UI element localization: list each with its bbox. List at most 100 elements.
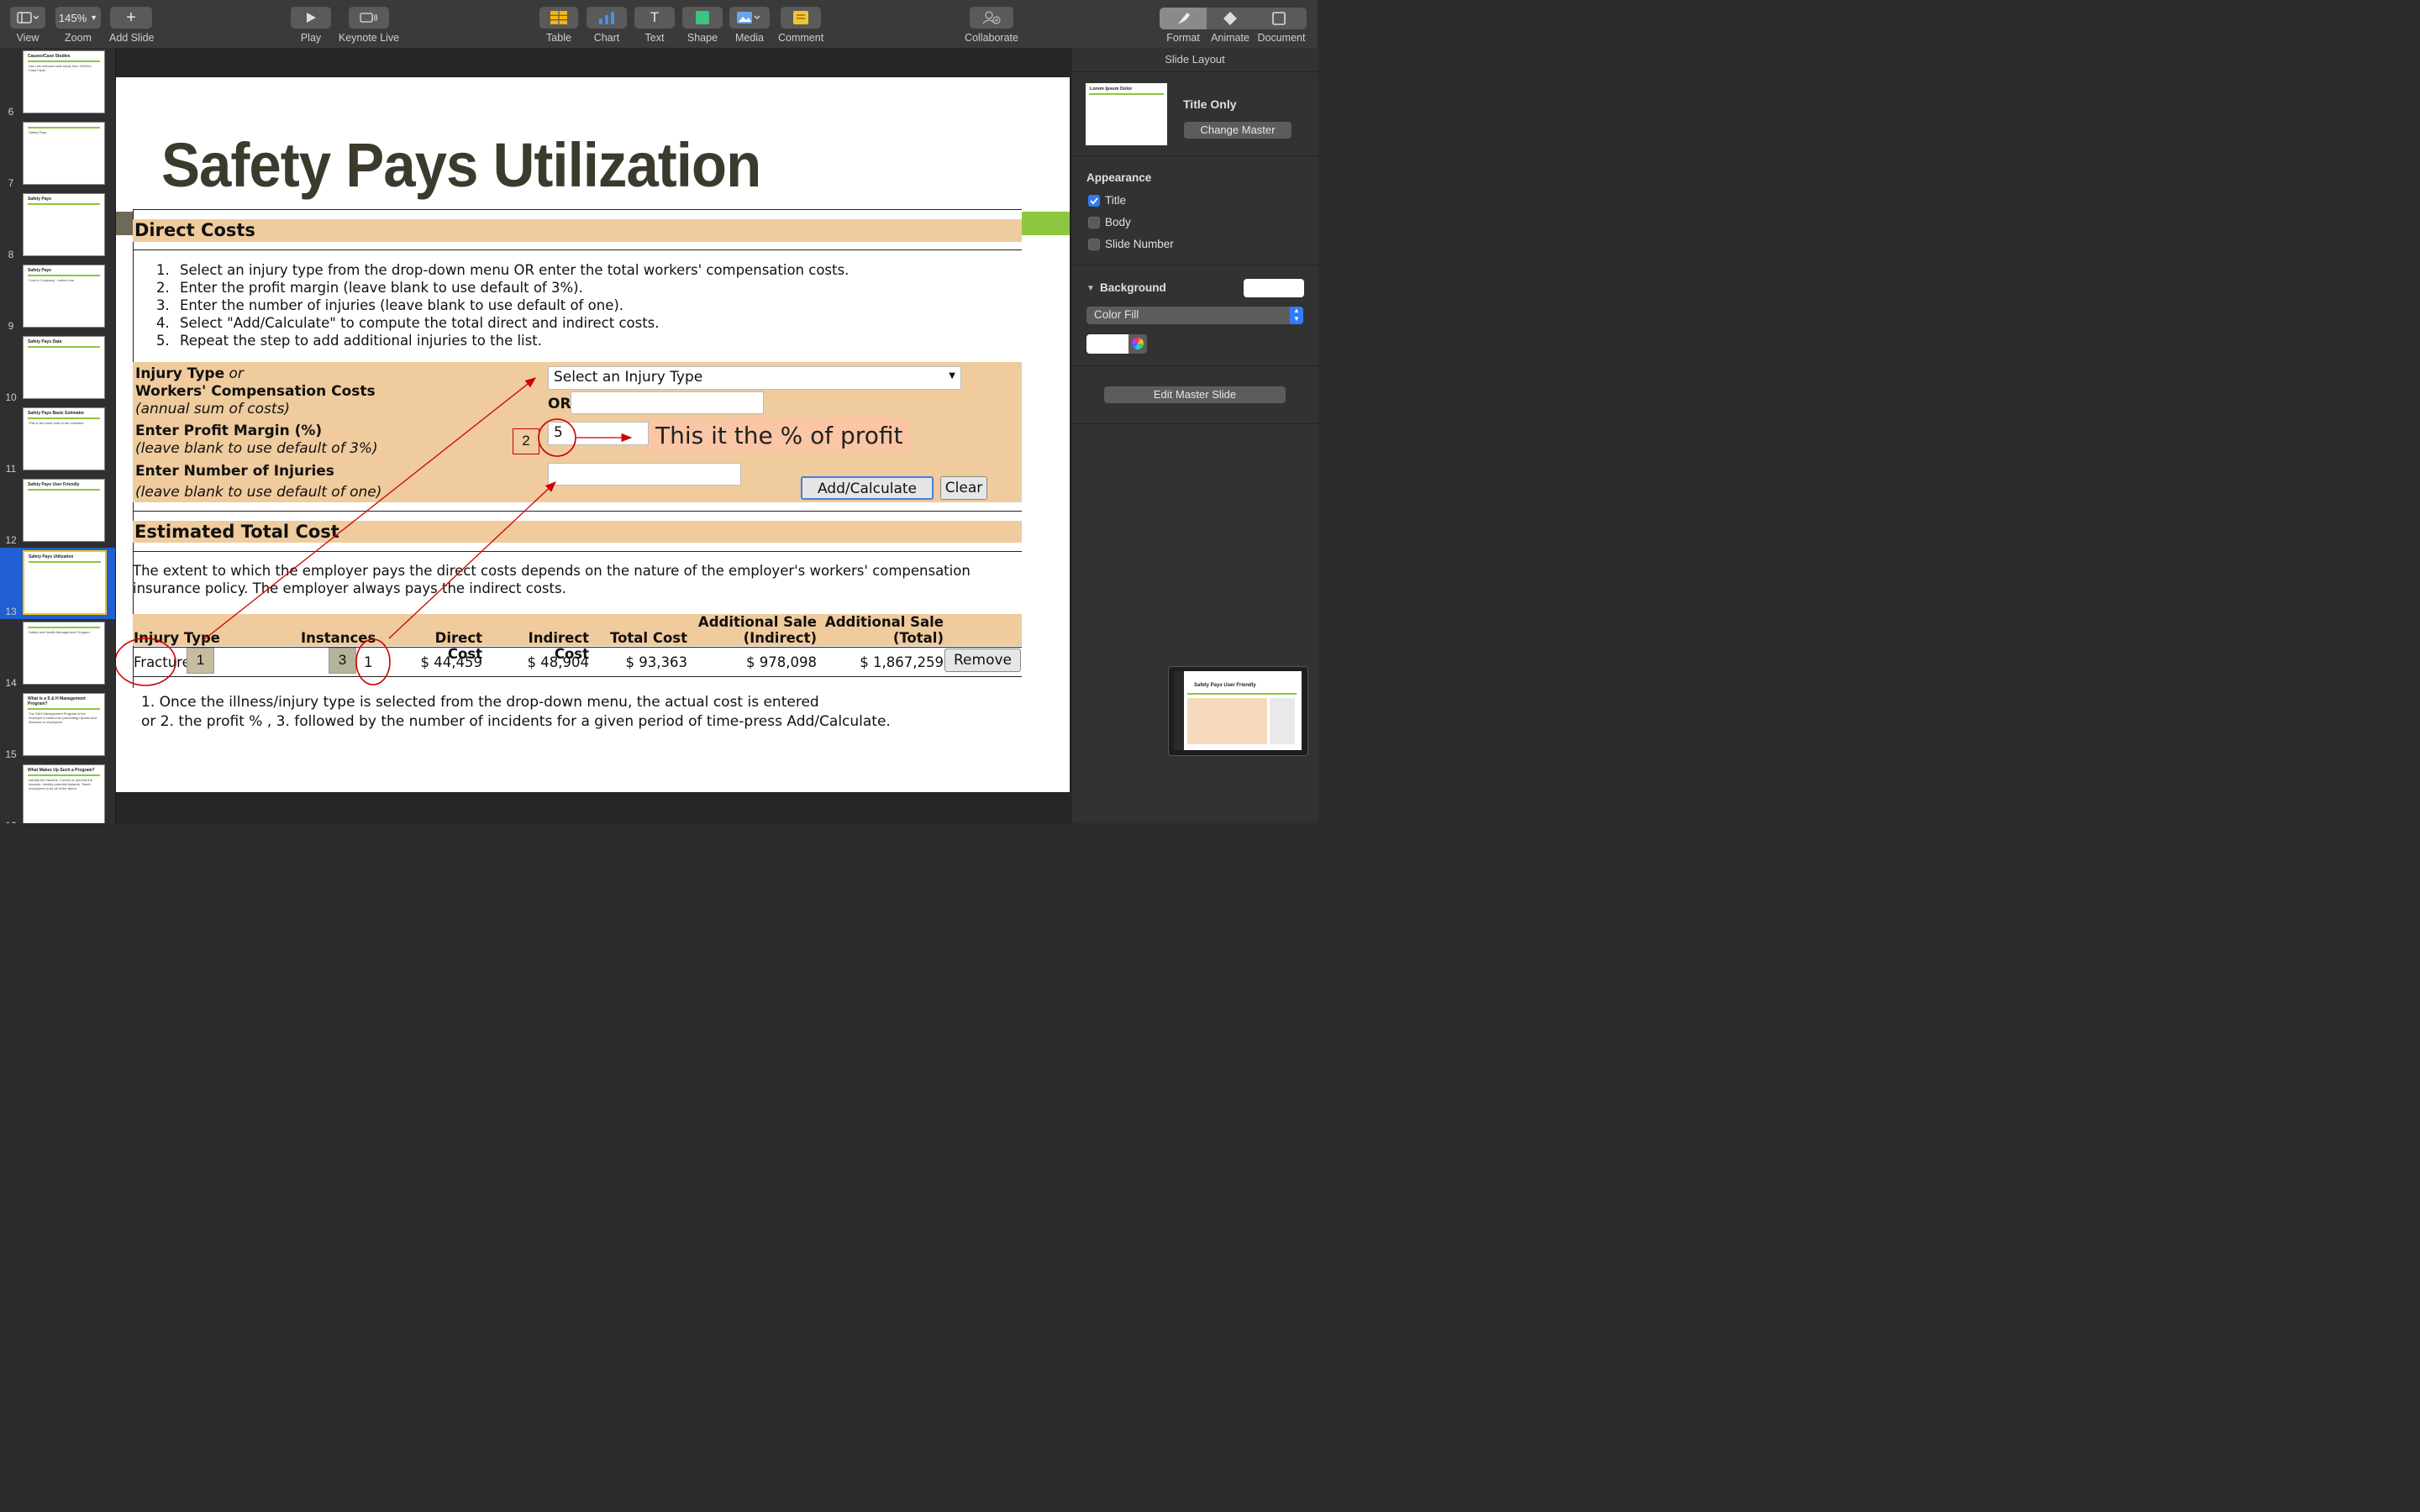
slide-number: 7 xyxy=(8,177,14,189)
thumbnail-image: Safety Pays Basic Estimator This is the b… xyxy=(23,407,105,470)
chart-icon xyxy=(587,7,627,29)
animate-icon[interactable] xyxy=(1222,11,1239,30)
slide-number-checkbox[interactable] xyxy=(1088,239,1100,250)
comment-icon xyxy=(781,7,821,29)
remove-button[interactable]: Remove xyxy=(944,648,1021,672)
thumbnail-title: Safety Pays xyxy=(28,197,52,202)
slide-thumbnail[interactable]: Safety Pays Utilization 13 xyxy=(0,548,115,619)
change-master-button[interactable]: Change Master xyxy=(1184,122,1292,139)
document-icon[interactable] xyxy=(1272,12,1286,29)
background-color-well[interactable] xyxy=(1244,279,1304,297)
tab-document[interactable]: Document xyxy=(1254,32,1309,44)
slide-thumbnail[interactable]: Safety Pays Basic Estimator This is the b… xyxy=(0,405,115,476)
comment-button[interactable]: Comment xyxy=(778,7,823,44)
collaborate-button[interactable]: Collaborate xyxy=(965,7,1018,44)
or-text: or xyxy=(229,365,244,382)
cell-injury: Fracture xyxy=(134,654,191,670)
disclosure-triangle-icon[interactable]: ▼ xyxy=(1086,284,1095,293)
fill-type-select[interactable]: Color Fill ▲ ▼ xyxy=(1086,307,1303,324)
thumbnail-image: Safety and Health Management Program xyxy=(23,622,105,685)
slide-thumbnail[interactable]: Safety Pays User Friendly 12 xyxy=(0,476,115,548)
thumbnail-title: Safety Pays User Friendly xyxy=(28,482,80,487)
body-checkbox[interactable] xyxy=(1088,217,1100,228)
sidebar-icon xyxy=(10,7,45,29)
thumbnail-title: What Makes Up Such a Program? xyxy=(28,768,95,773)
thumbnail-body xyxy=(24,205,104,208)
slide-thumbnail[interactable]: Safety Pays 7 xyxy=(0,119,115,191)
view-button[interactable]: View xyxy=(10,7,45,44)
dropdown-arrow-icon: ▼ xyxy=(949,371,955,381)
title-accent-right xyxy=(1022,212,1070,235)
slide-canvas: Safety Pays Utilization Direct Costs 1. S… xyxy=(116,48,1070,823)
cell-direct: $ 44,459 xyxy=(420,654,482,670)
chart-button[interactable]: Chart xyxy=(587,7,627,44)
thumbnail-body: Identify the hazards. Control or prevent… xyxy=(29,778,92,790)
thumbnail-title: Safety Pays Data xyxy=(28,339,62,344)
thumbnail-image: Safety Pays Utilization xyxy=(23,550,107,615)
inspector-segmented-control xyxy=(1160,8,1307,29)
slide-thumbnail[interactable]: Safety Pays Cost to Company - bottom line… xyxy=(0,262,115,333)
num-injuries-label: Enter Number of Injuries xyxy=(135,463,334,480)
add-calculate-button[interactable]: Add/Calculate xyxy=(801,476,934,500)
fill-color-well[interactable] xyxy=(1086,334,1128,354)
add-slide-button[interactable]: + Add Slide xyxy=(109,7,155,44)
slide-thumbnail[interactable]: Causes/Case Studies Use one relevant case… xyxy=(0,48,115,119)
slide-number-option-label: Slide Number xyxy=(1105,238,1174,250)
play-button[interactable]: Play xyxy=(291,7,331,44)
slide-number: 15 xyxy=(5,748,17,760)
zoom-menu[interactable]: 145% ▼ Zoom xyxy=(55,7,101,44)
media-icon xyxy=(729,7,770,29)
text-icon: T xyxy=(634,7,675,29)
cell-add-total: $ 1,867,259 xyxy=(860,654,944,670)
collaborate-icon xyxy=(970,7,1013,29)
slide[interactable]: Safety Pays Utilization Direct Costs 1. S… xyxy=(116,77,1070,792)
thumbnail-body xyxy=(24,348,104,351)
presenter-mini-preview[interactable]: Safety Pays User Friendly xyxy=(1168,666,1308,756)
annotation-box-3[interactable]: 3 xyxy=(329,648,356,674)
slide-thumbnail[interactable]: What Makes Up Such a Program? Identify th… xyxy=(0,762,115,823)
slide-thumbnail[interactable]: Safety Pays 8 xyxy=(0,191,115,262)
list-item: 3. Enter the number of injuries (leave bl… xyxy=(156,297,624,313)
thumbnail-image: What is a S & H Management Program? The S… xyxy=(23,693,105,756)
table-button[interactable]: Table xyxy=(539,7,578,44)
color-wheel-icon[interactable] xyxy=(1128,334,1147,354)
edit-master-slide-button[interactable]: Edit Master Slide xyxy=(1104,386,1286,403)
annotation-box-1[interactable]: 1 xyxy=(187,648,214,674)
clear-button[interactable]: Clear xyxy=(940,476,987,500)
format-icon[interactable] xyxy=(1176,12,1191,29)
injury-type-label: Injury Type xyxy=(135,365,225,382)
slide-thumbnail[interactable]: Safety Pays Data 10 xyxy=(0,333,115,405)
slide-thumbnail[interactable]: What is a S & H Management Program? The S… xyxy=(0,690,115,762)
background-heading: Background xyxy=(1100,281,1166,294)
injury-type-select[interactable]: Select an Injury Type ▼ xyxy=(548,366,961,390)
shape-icon xyxy=(682,7,723,29)
text-button[interactable]: T Text xyxy=(634,7,675,44)
thumbnail-body: Safety and Health Management Program xyxy=(29,630,90,634)
annotation-box-2[interactable]: 2 xyxy=(513,428,539,454)
profit-default-hint: (leave blank to use default of 3%) xyxy=(135,440,378,457)
title-checkbox[interactable] xyxy=(1088,195,1100,207)
workers-comp-input[interactable] xyxy=(571,391,764,414)
slide-number: 9 xyxy=(8,320,14,332)
profit-callout[interactable]: This it the % of profit xyxy=(649,418,910,454)
thumbnail-image: Safety Pays xyxy=(23,193,105,256)
master-thumbnail[interactable]: Lorem Ipsum Dolor xyxy=(1086,83,1167,145)
media-button[interactable]: Media xyxy=(729,7,770,44)
instructions-list: 1. Select an injury type from the drop-do… xyxy=(156,261,849,349)
footnote[interactable]: 1. Once the illness/injury type is selec… xyxy=(141,693,891,732)
tab-format[interactable]: Format xyxy=(1160,32,1207,44)
num-injuries-input[interactable] xyxy=(548,463,741,486)
shape-button[interactable]: Shape xyxy=(682,7,723,44)
thumbnail-title: Safety Pays Basic Estimator xyxy=(28,411,85,416)
keynote-live-button[interactable]: Keynote Live xyxy=(338,7,400,44)
profit-margin-input[interactable]: 5 xyxy=(548,422,649,445)
thumbnail-body xyxy=(24,563,105,566)
cell-indirect: $ 48,904 xyxy=(527,654,589,670)
slide-number: 13 xyxy=(5,606,17,617)
tab-animate[interactable]: Animate xyxy=(1207,32,1254,44)
annual-sum-hint: (annual sum of costs) xyxy=(135,401,291,417)
estimated-total-heading: Estimated Total Cost xyxy=(134,522,339,542)
cell-add-indirect: $ 978,098 xyxy=(746,654,817,670)
slide-title[interactable]: Safety Pays Utilization xyxy=(161,129,761,201)
slide-thumbnail[interactable]: Safety and Health Management Program 14 xyxy=(0,619,115,690)
